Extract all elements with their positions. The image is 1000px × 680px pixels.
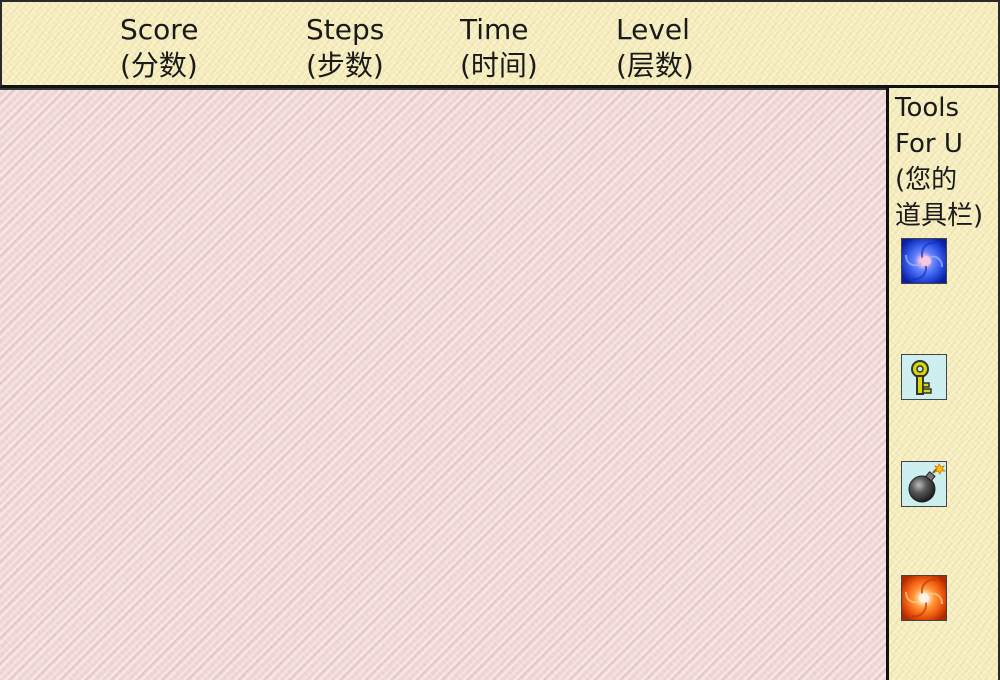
tools-title-line1: Tools (895, 93, 960, 123)
score-stat: Score (分数) (120, 12, 198, 84)
steps-label-cn: (步数) (306, 49, 384, 82)
game-window: Score (分数) Steps (步数) Time (时间) Level (层… (0, 0, 1000, 680)
bomb-icon (902, 462, 946, 506)
tools-panel: Tools For U (您的 道具栏) (886, 88, 1000, 680)
tool-bomb[interactable] (901, 461, 947, 507)
tool-key[interactable] (901, 354, 947, 400)
score-label: Score (120, 13, 199, 46)
tools-title-line3: (您的 (895, 165, 958, 195)
status-bar: Score (分数) Steps (步数) Time (时间) Level (层… (0, 0, 1000, 88)
level-label-cn: (层数) (616, 49, 694, 82)
time-label-cn: (时间) (460, 49, 538, 82)
steps-stat: Steps (步数) (306, 12, 384, 84)
level-label: Level (616, 13, 690, 46)
level-stat: Level (层数) (616, 12, 694, 84)
score-label-cn: (分数) (120, 49, 198, 82)
tools-title-line2: For U (895, 129, 963, 159)
blue-portal-icon (902, 239, 946, 283)
steps-label: Steps (306, 13, 385, 46)
game-board[interactable] (0, 88, 887, 680)
tool-blue-portal[interactable] (901, 238, 947, 284)
tools-title: Tools For U (您的 道具栏) (895, 90, 1000, 234)
tool-orange-portal[interactable] (901, 575, 947, 621)
orange-portal-icon (902, 576, 946, 620)
key-icon (902, 355, 946, 399)
tools-title-line4: 道具栏) (895, 201, 984, 231)
time-label: Time (460, 13, 529, 46)
time-stat: Time (时间) (460, 12, 538, 84)
